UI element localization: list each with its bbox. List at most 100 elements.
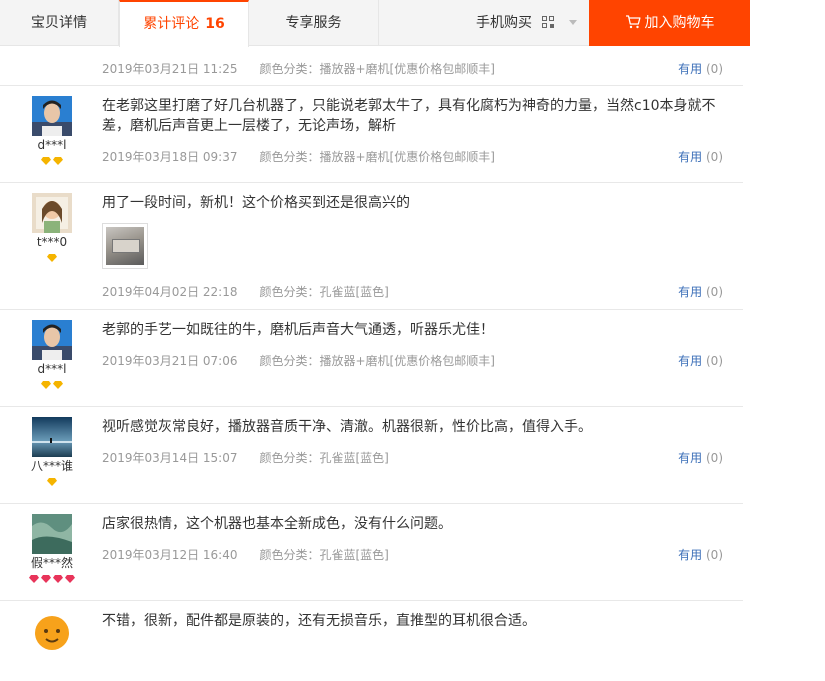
review-text: 用了一段时间，新机！这个价格买到还是很高兴的 bbox=[102, 195, 410, 211]
diamond-icon bbox=[41, 381, 51, 389]
review-text: 在老郭这里打磨了好几台机器了，只能说老郭太牛了，具有化腐朽为神奇的力量，当然c1… bbox=[102, 98, 716, 134]
reviewer-info: d***l bbox=[18, 320, 86, 389]
reviewer-level bbox=[18, 573, 86, 583]
heart-icon bbox=[65, 575, 75, 583]
review-content: 用了一段时间，新机！这个价格买到还是很高兴的 bbox=[102, 193, 722, 269]
useful-count: (0) bbox=[706, 62, 723, 76]
review-meta: 2019年04月02日 22:18 颜色分类：孔雀蓝[蓝色] bbox=[102, 283, 389, 300]
review-text: 老郭的手艺一如既往的牛，磨机后声音大气通透，听器乐尤佳！ bbox=[102, 322, 494, 338]
diamond-icon bbox=[53, 381, 63, 389]
review-item: 假***然 店家很热情，这个机器也基本全新成色，没有什么问题。 2019年03月… bbox=[0, 504, 743, 601]
review-list: 2019年03月21日 11:25 颜色分类：播放器+磨机[优惠价格包邮顺丰] 有… bbox=[0, 46, 743, 681]
heart-icon bbox=[53, 575, 63, 583]
reviewer-info: 八***谁 bbox=[18, 417, 86, 486]
useful-button[interactable]: 有用 bbox=[678, 150, 702, 164]
useful-button[interactable]: 有用 bbox=[678, 354, 702, 368]
review-date: 2019年03月12日 16:40 bbox=[102, 548, 238, 562]
reviewer-info: t***0 bbox=[18, 193, 86, 262]
useful-vote: 有用 (0) bbox=[678, 352, 723, 369]
avatar[interactable] bbox=[32, 417, 72, 457]
review-item: 不错，很新，配件都是原装的，还有无损音乐，直推型的耳机很合适。 bbox=[0, 601, 743, 681]
review-photo-thumbnail[interactable] bbox=[102, 223, 148, 269]
reviewer-info bbox=[18, 611, 86, 651]
review-sku: 颜色分类：孔雀蓝[蓝色] bbox=[259, 285, 389, 299]
review-sku: 颜色分类：播放器+磨机[优惠价格包邮顺丰] bbox=[259, 354, 495, 368]
heart-icon bbox=[41, 575, 51, 583]
review-meta: 2019年03月14日 15:07 颜色分类：孔雀蓝[蓝色] bbox=[102, 449, 389, 466]
review-text: 视听感觉灰常良好，播放器音质干净、清澈。机器很新，性价比高，值得入手。 bbox=[102, 419, 592, 435]
avatar[interactable] bbox=[32, 193, 72, 233]
review-item: t***0 用了一段时间，新机！这个价格买到还是很高兴的 2019年04月02日… bbox=[0, 183, 743, 310]
review-sku: 颜色分类：孔雀蓝[蓝色] bbox=[259, 451, 389, 465]
useful-count: (0) bbox=[706, 285, 723, 299]
reviewer-name: 假***然 bbox=[30, 556, 73, 570]
reviews-count: 16 bbox=[205, 16, 225, 32]
reviewer-info: 假***然 bbox=[18, 514, 86, 583]
review-content: 在老郭这里打磨了好几台机器了，只能说老郭太牛了，具有化腐朽为神奇的力量，当然c1… bbox=[102, 96, 722, 136]
tab-product-details[interactable]: 宝贝详情 bbox=[0, 0, 119, 46]
add-to-cart-button[interactable]: 加入购物车 bbox=[589, 0, 750, 46]
review-content: 老郭的手艺一如既往的牛，磨机后声音大气通透，听器乐尤佳！ bbox=[102, 320, 722, 340]
review-date: 2019年03月18日 09:37 bbox=[102, 150, 238, 164]
mobile-purchase-button[interactable]: 手机购买 bbox=[476, 0, 577, 46]
useful-vote: 有用 (0) bbox=[678, 283, 723, 300]
review-meta: 2019年03月21日 11:25 颜色分类：播放器+磨机[优惠价格包邮顺丰] bbox=[102, 60, 495, 77]
cart-icon bbox=[625, 15, 641, 29]
useful-button[interactable]: 有用 bbox=[678, 548, 702, 562]
tab-bar: 宝贝详情 累计评论 16 专享服务 手机购买 加入购物车 bbox=[0, 0, 750, 47]
review-meta: 2019年03月18日 09:37 颜色分类：播放器+磨机[优惠价格包邮顺丰] bbox=[102, 148, 495, 165]
review-date: 2019年03月21日 11:25 bbox=[102, 62, 238, 76]
diamond-icon bbox=[53, 157, 63, 165]
reviewer-name: 八***谁 bbox=[30, 459, 73, 473]
useful-count: (0) bbox=[706, 354, 723, 368]
heart-icon bbox=[29, 575, 39, 583]
useful-count: (0) bbox=[706, 150, 723, 164]
useful-button[interactable]: 有用 bbox=[678, 62, 702, 76]
tab-reviews-label: 累计评论 bbox=[143, 16, 200, 32]
review-content: 视听感觉灰常良好，播放器音质干净、清澈。机器很新，性价比高，值得入手。 bbox=[102, 417, 722, 437]
reviewer-level bbox=[18, 476, 86, 486]
review-date: 2019年04月02日 22:18 bbox=[102, 285, 238, 299]
review-meta: 2019年03月21日 07:06 颜色分类：播放器+磨机[优惠价格包邮顺丰] bbox=[102, 352, 495, 369]
add-to-cart-label: 加入购物车 bbox=[644, 15, 715, 31]
useful-button[interactable]: 有用 bbox=[678, 285, 702, 299]
reviewer-name: t***0 bbox=[36, 235, 68, 249]
reviewer-level bbox=[18, 155, 86, 165]
reviewer-info: d***l bbox=[18, 96, 86, 165]
diamond-icon bbox=[47, 254, 57, 262]
review-content: 店家很热情，这个机器也基本全新成色，没有什么问题。 bbox=[102, 514, 722, 534]
review-item: 2019年03月21日 11:25 颜色分类：播放器+磨机[优惠价格包邮顺丰] 有… bbox=[0, 46, 743, 86]
qr-code-icon bbox=[542, 16, 555, 28]
avatar[interactable] bbox=[32, 514, 72, 554]
review-item: d***l 在老郭这里打磨了好几台机器了，只能说老郭太牛了，具有化腐朽为神奇的力… bbox=[0, 86, 743, 183]
avatar[interactable] bbox=[32, 96, 72, 136]
chevron-down-icon bbox=[568, 20, 577, 25]
reviewer-level bbox=[18, 379, 86, 389]
review-text: 店家很热情，这个机器也基本全新成色，没有什么问题。 bbox=[102, 516, 452, 532]
reviewer-name: d***l bbox=[37, 362, 67, 376]
avatar[interactable] bbox=[32, 611, 72, 651]
reviewer-level bbox=[18, 252, 86, 262]
review-date: 2019年03月14日 15:07 bbox=[102, 451, 238, 465]
mobile-purchase-label: 手机购买 bbox=[476, 15, 532, 31]
review-sku: 颜色分类：播放器+磨机[优惠价格包邮顺丰] bbox=[259, 150, 495, 164]
tab-exclusive-service[interactable]: 专享服务 bbox=[249, 0, 379, 46]
review-item: 八***谁 视听感觉灰常良好，播放器音质干净、清澈。机器很新，性价比高，值得入手… bbox=[0, 407, 743, 504]
review-sku: 颜色分类：孔雀蓝[蓝色] bbox=[259, 548, 389, 562]
useful-count: (0) bbox=[706, 548, 723, 562]
useful-vote: 有用 (0) bbox=[678, 60, 723, 77]
review-date: 2019年03月21日 07:06 bbox=[102, 354, 238, 368]
avatar[interactable] bbox=[32, 320, 72, 360]
useful-vote: 有用 (0) bbox=[678, 449, 723, 466]
diamond-icon bbox=[41, 157, 51, 165]
useful-vote: 有用 (0) bbox=[678, 148, 723, 165]
useful-button[interactable]: 有用 bbox=[678, 451, 702, 465]
review-text: 不错，很新，配件都是原装的，还有无损音乐，直推型的耳机很合适。 bbox=[102, 613, 536, 629]
useful-count: (0) bbox=[706, 451, 723, 465]
reviewer-name: d***l bbox=[37, 138, 67, 152]
useful-vote: 有用 (0) bbox=[678, 546, 723, 563]
review-sku: 颜色分类：播放器+磨机[优惠价格包邮顺丰] bbox=[259, 62, 495, 76]
tab-reviews[interactable]: 累计评论 16 bbox=[119, 0, 249, 47]
review-meta: 2019年03月12日 16:40 颜色分类：孔雀蓝[蓝色] bbox=[102, 546, 389, 563]
review-content: 不错，很新，配件都是原装的，还有无损音乐，直推型的耳机很合适。 bbox=[102, 611, 722, 631]
